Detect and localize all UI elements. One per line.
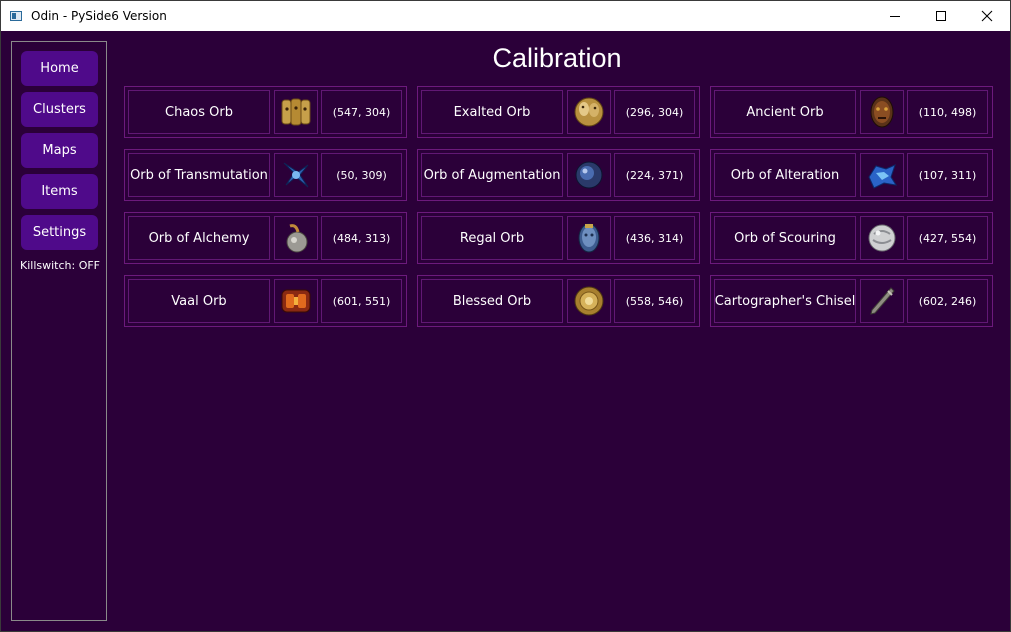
currency-coordinates: (224, 371) bbox=[614, 153, 695, 197]
calibration-cell-vaal-orb: Vaal Orb (601, 551) bbox=[124, 275, 407, 327]
orb-of-augmentation-icon[interactable] bbox=[567, 153, 611, 197]
maximize-button[interactable] bbox=[918, 1, 964, 31]
app-icon bbox=[10, 10, 24, 22]
currency-name[interactable]: Vaal Orb bbox=[128, 279, 270, 323]
currency-name[interactable]: Blessed Orb bbox=[421, 279, 563, 323]
chaos-orb-icon[interactable] bbox=[274, 90, 318, 134]
orb-of-alchemy-icon[interactable] bbox=[274, 216, 318, 260]
calibration-cell-orb-of-transmutation: Orb of Transmutation (50, 309) bbox=[124, 149, 407, 201]
nav-items-button[interactable]: Items bbox=[21, 174, 98, 209]
ancient-orb-icon[interactable] bbox=[860, 90, 904, 134]
window-title: Odin - PySide6 Version bbox=[31, 9, 167, 23]
currency-name[interactable]: Exalted Orb bbox=[421, 90, 563, 134]
currency-coordinates: (558, 546) bbox=[614, 279, 695, 323]
blessed-orb-icon[interactable] bbox=[567, 279, 611, 323]
calibration-cell-orb-of-alchemy: Orb of Alchemy (484, 313) bbox=[124, 212, 407, 264]
calibration-cell-ancient-orb: Ancient Orb (110, 498) bbox=[710, 86, 993, 138]
calibration-cell-chaos-orb: Chaos Orb (547, 304) bbox=[124, 86, 407, 138]
vaal-orb-icon[interactable] bbox=[274, 279, 318, 323]
calibration-cell-orb-of-alteration: Orb of Alteration (107, 311) bbox=[710, 149, 993, 201]
currency-coordinates: (110, 498) bbox=[907, 90, 988, 134]
currency-coordinates: (50, 309) bbox=[321, 153, 402, 197]
currency-coordinates: (602, 246) bbox=[907, 279, 988, 323]
close-button[interactable] bbox=[964, 1, 1010, 31]
sidebar: Home Clusters Maps Items Settings Killsw… bbox=[11, 41, 107, 621]
page-title: Calibration bbox=[492, 43, 622, 73]
nav-maps-button[interactable]: Maps bbox=[21, 133, 98, 168]
calibration-cell-cartographers-chisel: Cartographer's Chisel (602, 246) bbox=[710, 275, 993, 327]
killswitch-status: Killswitch: OFF bbox=[20, 259, 101, 272]
nav-clusters-button[interactable]: Clusters bbox=[21, 92, 98, 127]
currency-name[interactable]: Chaos Orb bbox=[128, 90, 270, 134]
close-icon bbox=[981, 10, 993, 22]
currency-coordinates: (547, 304) bbox=[321, 90, 402, 134]
calibration-cell-orb-of-augmentation: Orb of Augmentation (224, 371) bbox=[417, 149, 700, 201]
calibration-cell-orb-of-scouring: Orb of Scouring (427, 554) bbox=[710, 212, 993, 264]
nav-home-button[interactable]: Home bbox=[21, 51, 98, 86]
maximize-icon bbox=[936, 11, 946, 21]
currency-coordinates: (427, 554) bbox=[907, 216, 988, 260]
currency-name[interactable]: Regal Orb bbox=[421, 216, 563, 260]
orb-of-scouring-icon[interactable] bbox=[860, 216, 904, 260]
currency-coordinates: (601, 551) bbox=[321, 279, 402, 323]
currency-coordinates: (436, 314) bbox=[614, 216, 695, 260]
currency-name[interactable]: Orb of Transmutation bbox=[128, 153, 270, 197]
currency-coordinates: (107, 311) bbox=[907, 153, 988, 197]
currency-name[interactable]: Orb of Alchemy bbox=[128, 216, 270, 260]
minimize-button[interactable] bbox=[872, 1, 918, 31]
currency-name[interactable]: Orb of Augmentation bbox=[421, 153, 563, 197]
regal-orb-icon[interactable] bbox=[567, 216, 611, 260]
nav-settings-button[interactable]: Settings bbox=[21, 215, 98, 250]
currency-name[interactable]: Orb of Scouring bbox=[714, 216, 856, 260]
currency-name[interactable]: Ancient Orb bbox=[714, 90, 856, 134]
currency-coordinates: (296, 304) bbox=[614, 90, 695, 134]
currency-coordinates: (484, 313) bbox=[321, 216, 402, 260]
calibration-cell-blessed-orb: Blessed Orb (558, 546) bbox=[417, 275, 700, 327]
minimize-icon bbox=[890, 16, 900, 17]
calibration-cell-regal-orb: Regal Orb (436, 314) bbox=[417, 212, 700, 264]
orb-of-alteration-icon[interactable] bbox=[860, 153, 904, 197]
currency-name[interactable]: Orb of Alteration bbox=[714, 153, 856, 197]
orb-of-transmutation-icon[interactable] bbox=[274, 153, 318, 197]
currency-name[interactable]: Cartographer's Chisel bbox=[714, 279, 856, 323]
app-window: Odin - PySide6 Version Home Clusters Map… bbox=[0, 0, 1011, 632]
calibration-cell-exalted-orb: Exalted Orb (296, 304) bbox=[417, 86, 700, 138]
title-bar: Odin - PySide6 Version bbox=[1, 1, 1010, 31]
exalted-orb-icon[interactable] bbox=[567, 90, 611, 134]
cartographers-chisel-icon[interactable] bbox=[860, 279, 904, 323]
